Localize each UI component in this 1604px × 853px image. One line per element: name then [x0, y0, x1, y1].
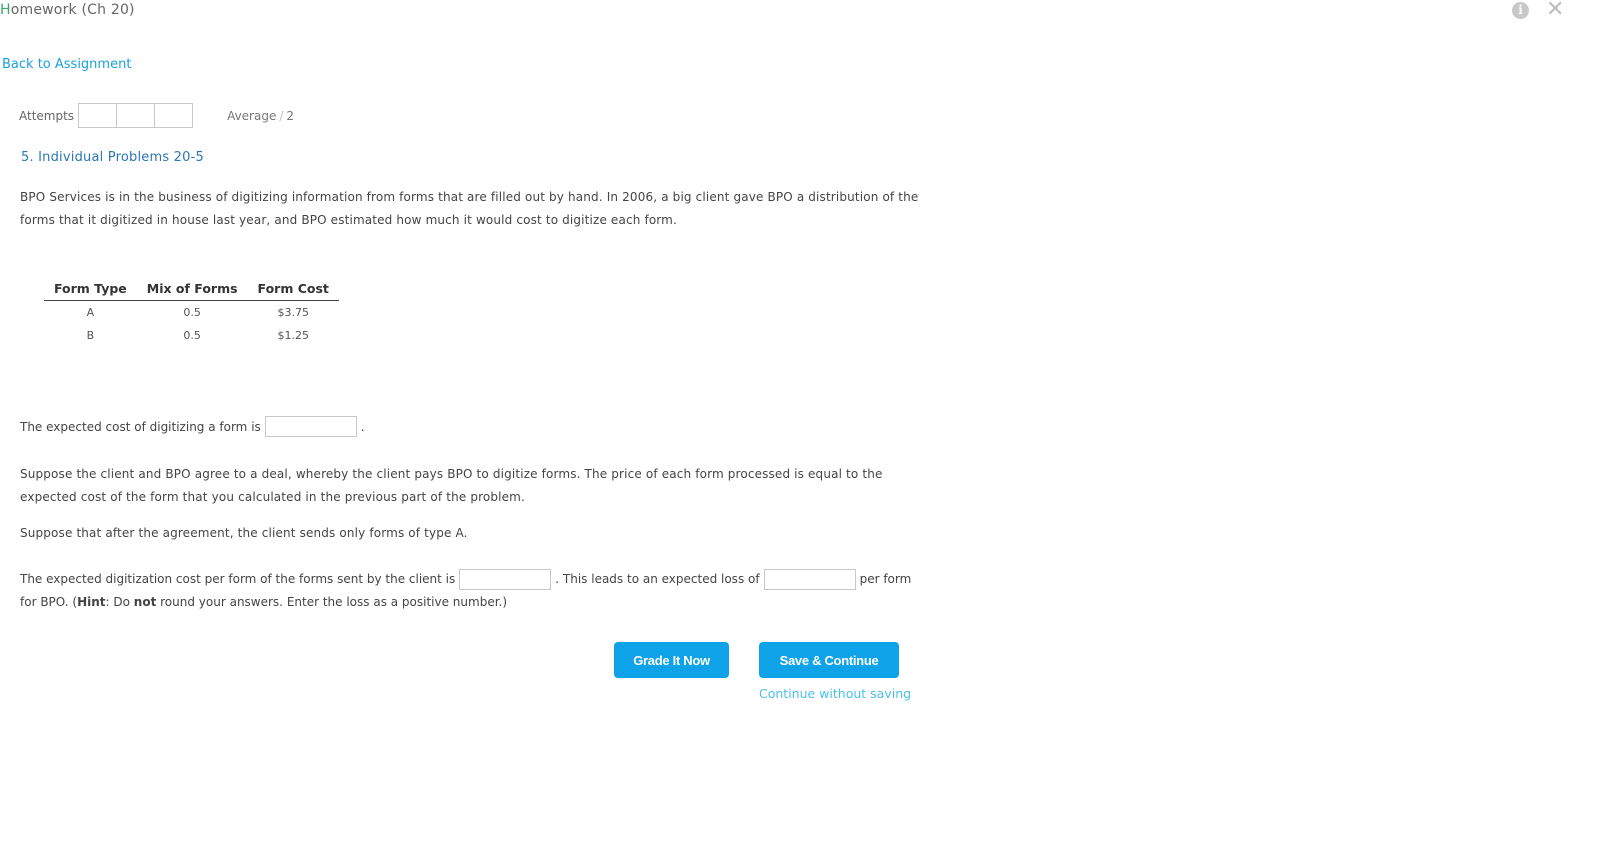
table-header-form-type: Form Type — [44, 278, 137, 301]
q2-text-5: round your answers. Enter the loss as a … — [160, 595, 508, 609]
save-and-continue-button[interactable]: Save & Continue — [759, 642, 899, 678]
attempt-box-3 — [154, 103, 194, 128]
q2-text-4: : Do — [105, 595, 130, 609]
expected-loss-input[interactable] — [763, 569, 856, 590]
table-cell-mix: 0.5 — [183, 306, 201, 319]
table-row: B 0.5 $1.25 — [44, 324, 339, 347]
attempts-label: Attempts — [19, 108, 75, 123]
table-cell-mix: 0.5 — [183, 329, 201, 342]
problem-intro: BPO Services is in the business of digit… — [20, 190, 919, 227]
average-value: 2 — [286, 108, 295, 123]
hint-label: Hint — [77, 595, 106, 609]
table-cell-form-type: A — [86, 306, 95, 319]
deal-paragraph: Suppose the client and BPO agree to a de… — [20, 467, 883, 504]
expected-cost-input[interactable] — [264, 416, 357, 437]
average-label: Average — [227, 108, 277, 123]
q2-text-2: . This leads to an expected loss of — [555, 572, 760, 586]
table-cell-form-type: B — [86, 329, 95, 342]
problem-title: 5. Individual Problems 20-5 — [21, 150, 204, 165]
digitization-cost-input[interactable] — [459, 569, 552, 590]
table-header-mix: Mix of Forms — [136, 278, 248, 301]
average-separator: / — [279, 108, 284, 123]
q1-suffix: . — [360, 419, 365, 434]
suppose-paragraph: Suppose that after the agreement, the cl… — [20, 526, 468, 540]
close-icon[interactable]: ✕ — [1546, 0, 1564, 21]
window-title-initial: H — [0, 2, 11, 18]
grade-it-now-button[interactable]: Grade It Now — [614, 642, 729, 678]
not-emphasis: not — [133, 595, 157, 609]
question-expected-cost: The expected cost of digitizing a form i… — [20, 416, 365, 437]
q1-text: The expected cost of digitizing a form i… — [20, 419, 261, 434]
q2-text-1: The expected digitization cost per form … — [20, 572, 456, 586]
table-header-row: Form Type Mix of Forms Form Cost — [44, 278, 339, 301]
attempt-box-1 — [78, 103, 118, 128]
question-expected-loss: The expected digitization cost per form … — [20, 568, 920, 614]
back-to-assignment-link[interactable]: Back to Assignment — [2, 57, 131, 72]
info-icon[interactable]: i — [1512, 2, 1529, 19]
table-row: A 0.5 $3.75 — [44, 301, 339, 325]
window-title: Homework (Ch 20) — [0, 2, 135, 18]
table-header-cost: Form Cost — [247, 278, 339, 301]
table-cell-cost: $1.25 — [277, 329, 309, 342]
homework-page: Homework (Ch 20) i ✕ Back to Assignment … — [0, 0, 1604, 853]
average-score: Average/2 — [227, 109, 294, 123]
attempt-box-2 — [116, 103, 156, 128]
attempts-row: Attempts Average/2 — [19, 103, 294, 128]
continue-without-saving-link[interactable]: Continue without saving — [759, 686, 911, 701]
window-title-text: omework (Ch 20) — [10, 2, 135, 18]
table-cell-cost: $3.75 — [277, 306, 309, 319]
form-cost-table: Form Type Mix of Forms Form Cost A 0.5 $… — [44, 278, 339, 347]
